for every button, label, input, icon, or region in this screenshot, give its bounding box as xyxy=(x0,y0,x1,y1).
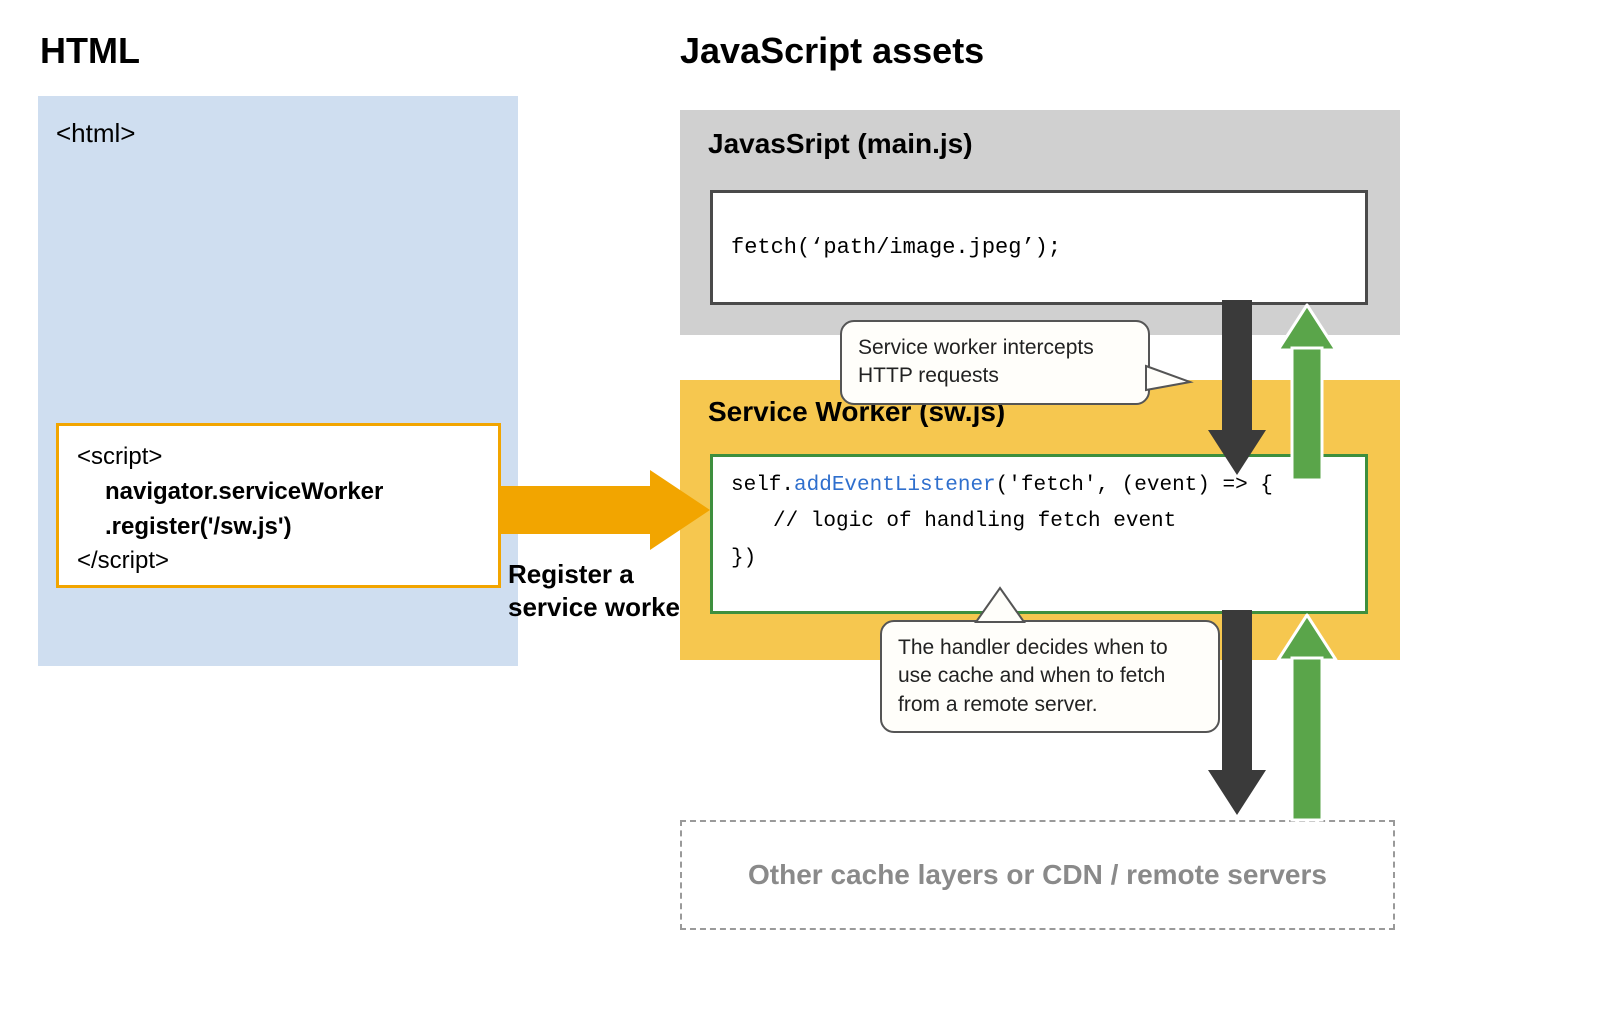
callout-handler-l2: use cache and when to fetch xyxy=(898,662,1202,690)
script-open: <script> xyxy=(77,440,480,475)
script-close: </script> xyxy=(77,544,480,579)
script-line1: navigator.serviceWorker xyxy=(77,475,480,510)
sw-code-line2: // logic of handling fetch event xyxy=(731,501,1347,537)
callout-intercept-tail xyxy=(1140,360,1200,400)
mainjs-code-text: fetch(‘path/image.jpeg’); xyxy=(731,232,1061,264)
callout-handler-tail xyxy=(970,588,1030,628)
script-line2: .register('/sw.js') xyxy=(77,510,480,545)
sw-code-line3: }) xyxy=(731,538,1347,574)
register-arrow xyxy=(500,470,710,550)
register-label-l2: service worker xyxy=(508,591,690,624)
callout-intercept: Service worker intercepts HTTP requests xyxy=(840,320,1150,405)
register-label: Register a service worker xyxy=(508,558,690,623)
arrow-up-2 xyxy=(1278,610,1336,820)
mainjs-heading: JavasSript (main.js) xyxy=(708,128,973,160)
heading-html: HTML xyxy=(40,30,140,72)
footer-box: Other cache layers or CDN / remote serve… xyxy=(680,820,1395,930)
callout-handler-l3: from a remote server. xyxy=(898,691,1202,719)
sw-code: self.addEventListener('fetch', (event) =… xyxy=(710,454,1368,614)
heading-js: JavaScript assets xyxy=(680,30,984,72)
callout-handler: The handler decides when to use cache an… xyxy=(880,620,1220,733)
callout-intercept-l2: HTTP requests xyxy=(858,362,1132,390)
register-label-l1: Register a xyxy=(508,558,690,591)
mainjs-code: fetch(‘path/image.jpeg’); xyxy=(710,190,1368,305)
footer-text: Other cache layers or CDN / remote serve… xyxy=(748,859,1327,891)
callout-intercept-l1: Service worker intercepts xyxy=(858,334,1132,362)
callout-handler-l1: The handler decides when to xyxy=(898,634,1202,662)
arrow-down-1 xyxy=(1208,300,1266,480)
html-open-tag: <html> xyxy=(56,118,136,149)
html-script-box: <script> navigator.serviceWorker .regist… xyxy=(56,423,501,588)
arrow-up-1 xyxy=(1278,300,1336,480)
